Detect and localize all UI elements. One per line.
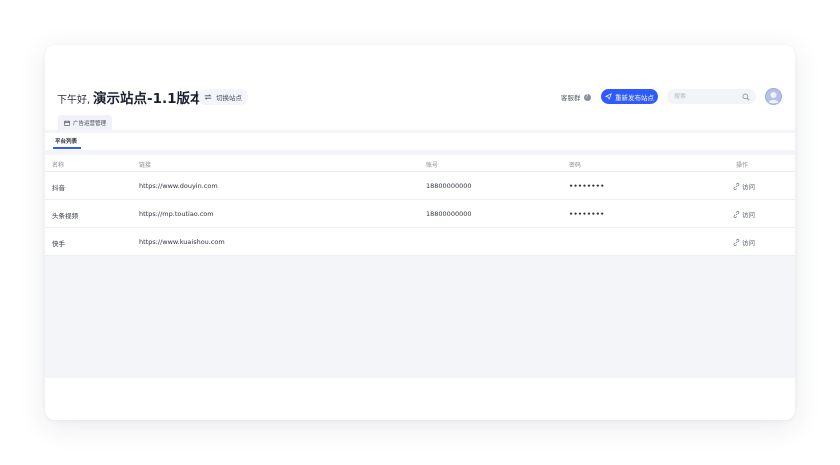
cell-account: 18800000000	[426, 182, 472, 190]
table-row: 抖音 https://www.douyin.com 18800000000 ••…	[45, 172, 795, 200]
user-avatar[interactable]	[765, 88, 782, 105]
column-header-link: 链接	[139, 162, 152, 169]
link-icon	[733, 210, 740, 218]
footer-area	[45, 378, 795, 420]
tab-ad-operations-label: 广告运营管理	[73, 120, 107, 127]
cell-link: https://mp.toutiao.com	[139, 210, 214, 218]
switch-site-button[interactable]: 切换站点	[198, 89, 248, 105]
republish-site-label: 重新发布站点	[615, 93, 654, 102]
link-icon	[733, 238, 740, 246]
visit-label: 访问	[742, 183, 755, 191]
column-header-action: 操作	[736, 162, 749, 169]
search-box[interactable]	[667, 89, 756, 104]
cell-link: https://www.kuaishou.com	[139, 238, 225, 246]
greeting-text: 下午好,	[57, 95, 91, 106]
table-header: 名称 链接 账号 密码 操作	[45, 155, 795, 172]
visit-link[interactable]: 访问	[733, 209, 755, 219]
tab-platform-list[interactable]: 平台列表	[55, 137, 77, 145]
table-row: 头条视频 https://mp.toutiao.com 18800000000 …	[45, 200, 795, 228]
site-title: 演示站点-1.1版本	[93, 91, 204, 107]
cell-password: ••••••••	[569, 182, 605, 190]
tab-ad-operations[interactable]: 广告运营管理	[58, 115, 113, 130]
column-header-account: 账号	[426, 162, 439, 169]
column-header-name: 名称	[52, 162, 65, 169]
header: 下午好, 演示站点-1.1版本 切换站点 客服群 ? 重新发布站点 搜索 广告运…	[45, 45, 795, 130]
cell-name: 抖音	[52, 184, 65, 192]
active-tab-indicator	[53, 147, 81, 149]
cell-link: https://www.douyin.com	[139, 182, 218, 190]
platform-table: 名称 链接 账号 密码 操作 抖音 https://www.douyin.com…	[45, 155, 795, 256]
visit-link[interactable]: 访问	[733, 181, 755, 191]
column-header-password: 密码	[569, 162, 582, 169]
switch-site-label: 切换站点	[216, 94, 242, 102]
user-icon	[768, 92, 779, 104]
question-icon: ?	[583, 93, 591, 101]
search-input[interactable]	[674, 93, 734, 100]
send-icon	[605, 93, 612, 100]
visit-label: 访问	[742, 211, 755, 219]
app-window: 下午好, 演示站点-1.1版本 切换站点 客服群 ? 重新发布站点 搜索 广告运…	[45, 45, 795, 420]
customer-service-label: 客服群	[561, 94, 581, 102]
subtab-bar: 平台列表	[45, 133, 795, 150]
cell-name: 快手	[52, 240, 65, 248]
cell-name: 头条视频	[52, 212, 78, 220]
table-row: 快手 https://www.kuaishou.com 访问	[45, 228, 795, 256]
visit-link[interactable]: 访问	[733, 237, 755, 247]
link-icon	[733, 182, 740, 190]
visit-label: 访问	[742, 239, 755, 247]
republish-site-button[interactable]: 重新发布站点	[601, 89, 658, 104]
cell-password: ••••••••	[569, 210, 605, 218]
cell-account: 18800000000	[426, 210, 472, 218]
search-icon[interactable]	[742, 93, 750, 101]
calendar-icon	[64, 120, 70, 126]
customer-service-link[interactable]: 客服群 ?	[561, 92, 591, 102]
content-area: 平台列表 名称 链接 账号 密码 操作 抖音 https://www.douyi…	[45, 130, 795, 378]
switch-icon	[204, 94, 212, 100]
